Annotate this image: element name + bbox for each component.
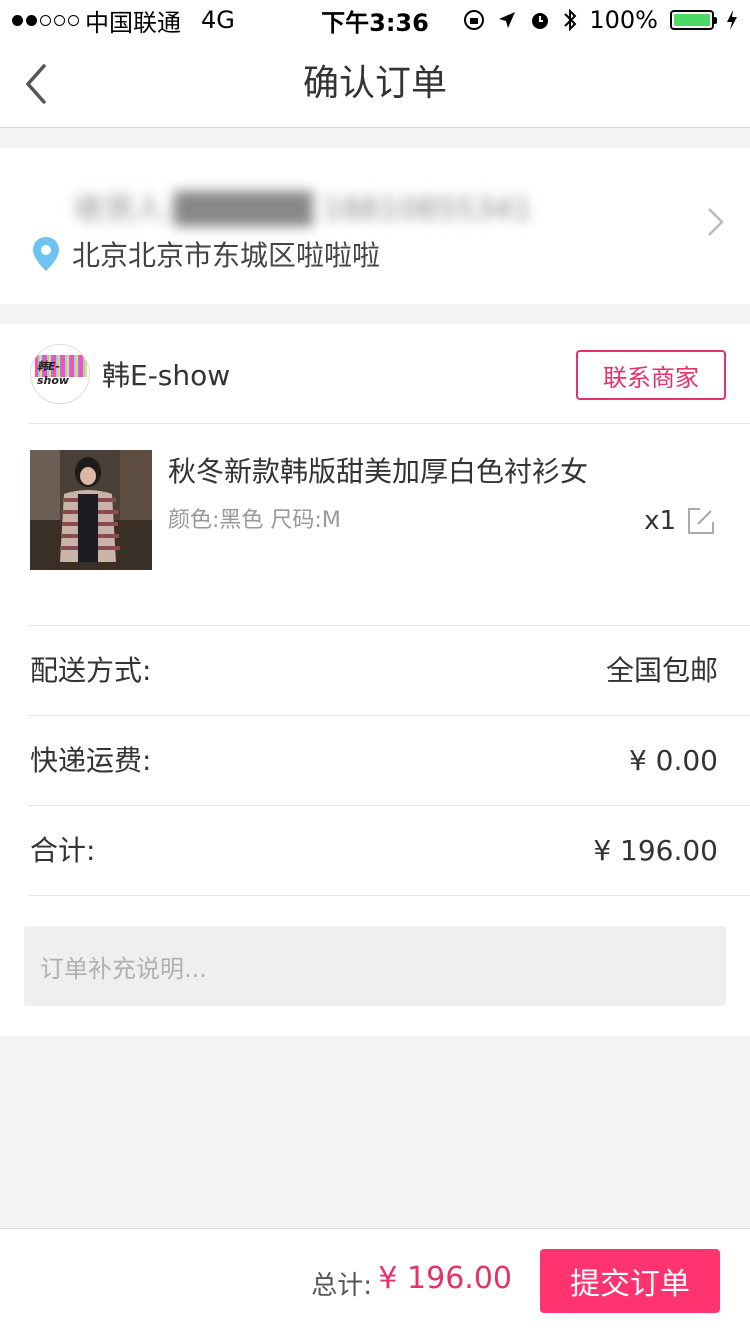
total-label: 总计: — [311, 1271, 372, 1301]
order-note-input[interactable]: 订单补充说明... — [24, 926, 726, 1006]
page-title: 确认订单 — [302, 63, 447, 104]
address-line: 北京北京市东城区啦啦啦 — [32, 234, 380, 274]
product-spec: 颜色:黑色 尺码:M — [168, 508, 341, 533]
alarm-icon — [532, 13, 549, 29]
battery-percent: 100% — [589, 6, 658, 34]
shop-logo: 韩E-show — [30, 344, 90, 404]
location-arrow-icon — [499, 12, 516, 28]
status-bar: 中国联通 4G 下午3:36 100% — [0, 0, 750, 40]
edit-icon[interactable] — [686, 506, 716, 536]
shop-row: 韩E-show 韩E-show 联系商家 — [28, 324, 750, 424]
subtotal-row: 合计: ¥ 196.00 — [28, 806, 750, 896]
subtotal-label: 合计: — [30, 834, 96, 867]
address-card[interactable]: 收货人:██████ 18810855341 北京北京市东城区啦啦啦 — [0, 148, 750, 304]
subtotal-value: ¥ 196.00 — [593, 834, 718, 867]
recipient-info: 收货人:██████ 18810855341 — [74, 192, 533, 227]
nav-bar: 确认订单 — [0, 40, 750, 128]
product-title: 秋冬新款韩版甜美加厚白色衬衫女 — [168, 455, 589, 488]
product-quantity: x1 — [644, 506, 676, 536]
back-icon[interactable] — [22, 62, 52, 106]
checkout-bar: 总计: ¥ 196.00 提交订单 — [0, 1228, 750, 1334]
status-left: 中国联通 4G — [12, 3, 312, 38]
address-text: 北京北京市东城区啦啦啦 — [72, 239, 381, 272]
product-item: 秋冬新款韩版甜美加厚白色衬衫女 颜色:黑色 尺码:M x1 — [28, 424, 750, 626]
freight-value: ¥ 0.00 — [628, 744, 718, 777]
contact-seller-button[interactable]: 联系商家 — [576, 350, 726, 400]
shipping-method-label: 配送方式: — [30, 654, 152, 687]
bluetooth-icon — [564, 8, 577, 32]
charging-icon — [727, 10, 737, 30]
shop-logo-text: 韩E-show — [37, 360, 70, 387]
rotation-lock-icon — [464, 10, 485, 30]
order-card: 韩E-show 韩E-show 联系商家 秋冬新款韩版甜美加厚白色衬衫女 颜色:… — [0, 324, 750, 1036]
freight-row: 快递运费: ¥ 0.00 — [28, 716, 750, 806]
status-right: 100% — [463, 6, 738, 34]
submit-order-button[interactable]: 提交订单 — [540, 1249, 720, 1313]
carrier-label: 中国联通 — [85, 8, 181, 37]
signal-icon — [12, 14, 79, 26]
product-image — [30, 450, 152, 570]
location-pin-icon — [33, 237, 59, 271]
shipping-method-row: 配送方式: 全国包邮 — [28, 626, 750, 716]
total-value: ¥ 196.00 — [378, 1261, 512, 1296]
shop-name: 韩E-show — [102, 359, 231, 392]
freight-label: 快递运费: — [30, 744, 152, 777]
network-label: 4G — [201, 6, 235, 34]
battery-icon — [670, 10, 717, 30]
shipping-method-value: 全国包邮 — [605, 654, 718, 687]
chevron-right-icon — [708, 208, 724, 236]
